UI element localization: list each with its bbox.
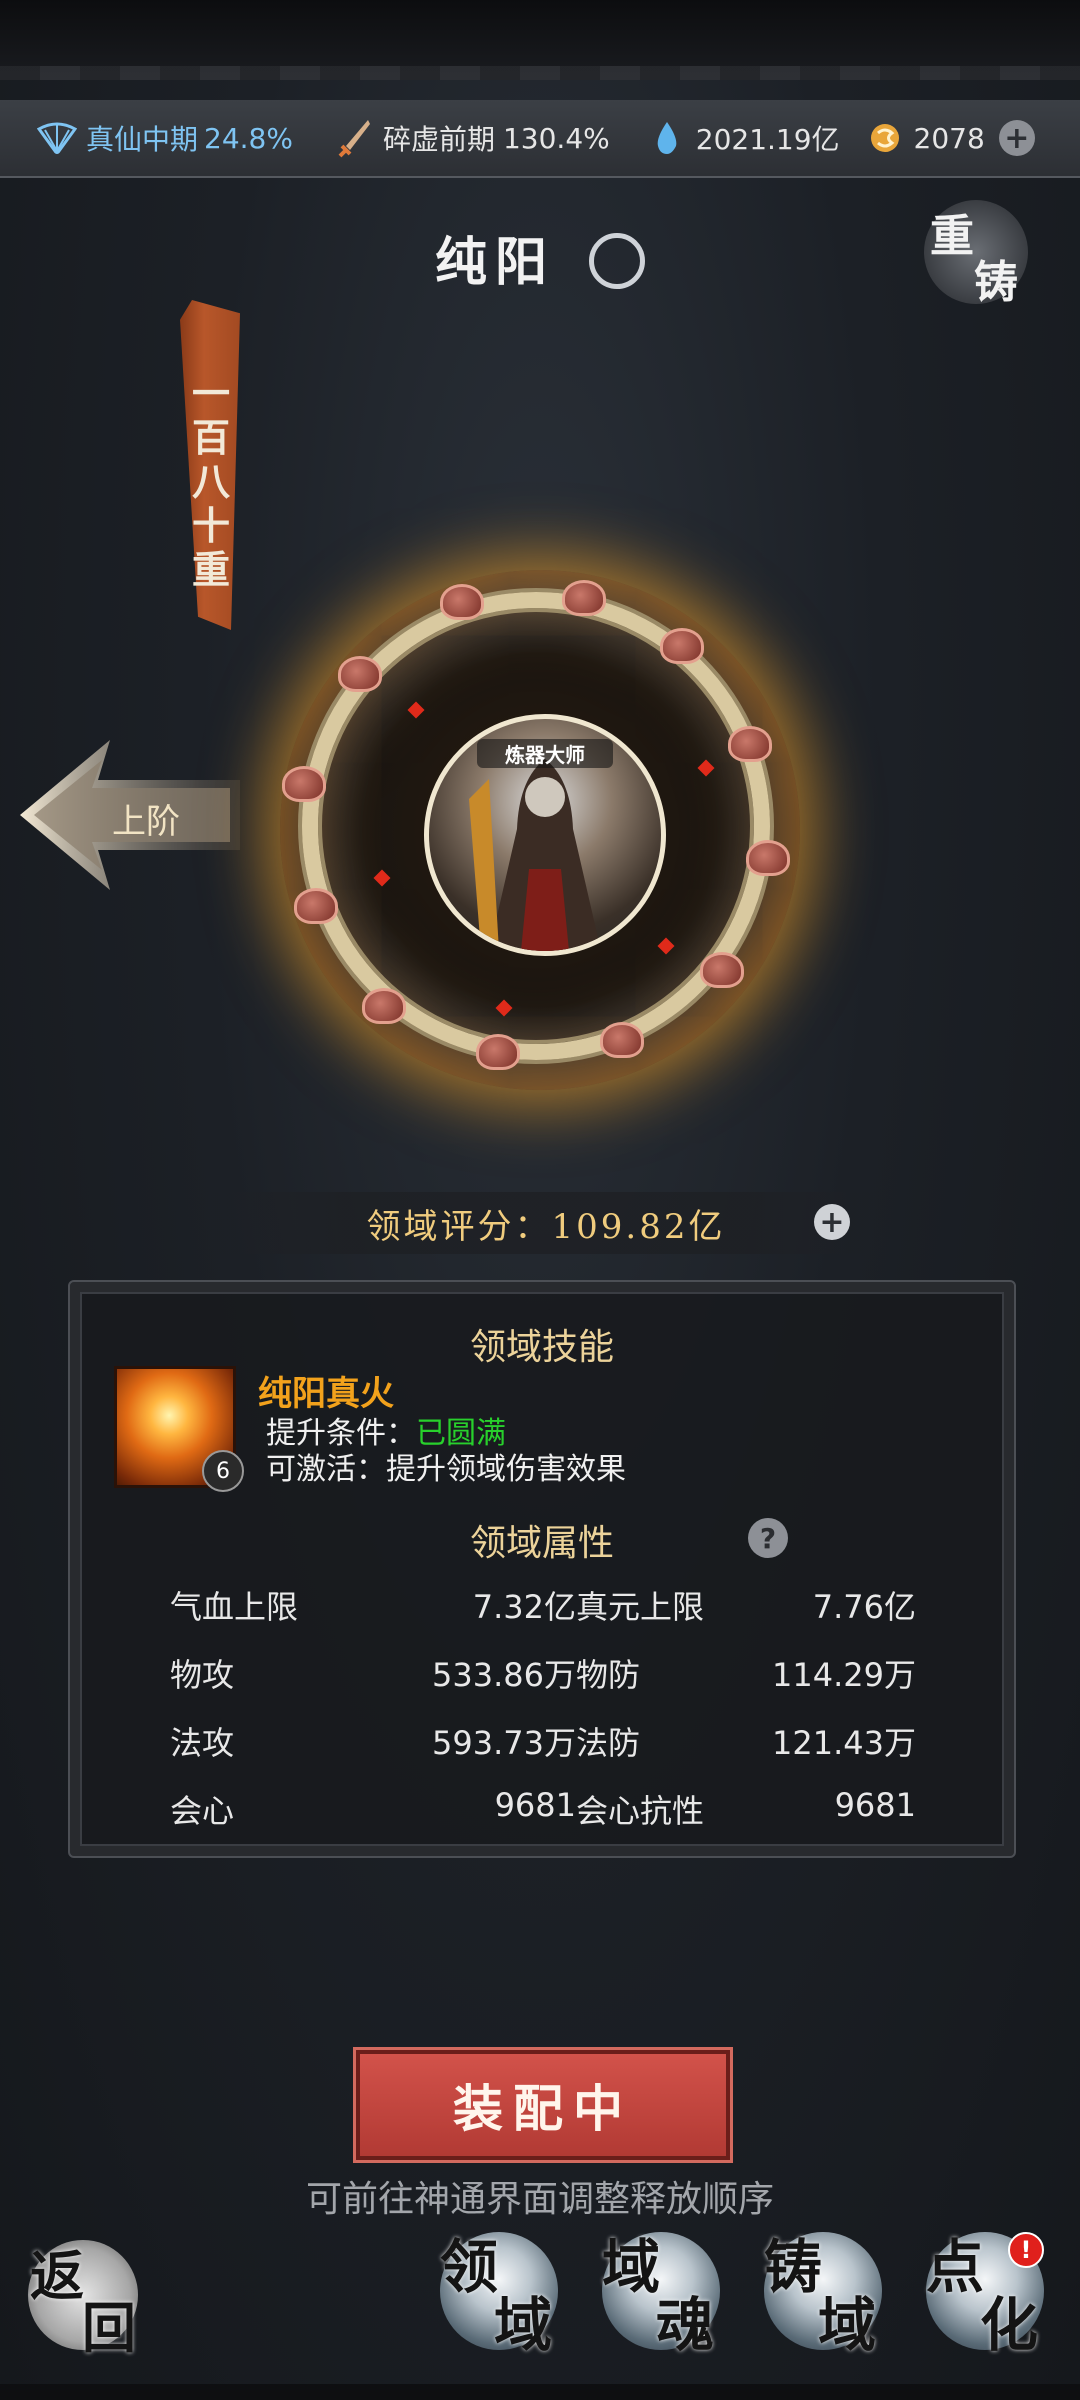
bottom-edge — [0, 2384, 1080, 2400]
body-percent: 130.4% — [502, 121, 610, 155]
attribute-label: 法攻 — [170, 1724, 235, 1762]
ember-ornament — [562, 580, 606, 616]
tier-char: 十 — [191, 503, 230, 548]
ember-ornament — [660, 628, 704, 664]
resources-bar: 真仙中期 24.8% 碎虚前期 130.4% 2021.19亿 2078 + — [0, 100, 1080, 178]
attribute-section-title: 领域属性 — [469, 1523, 614, 1564]
tier-char: 一 — [191, 371, 230, 416]
portrait-tag: 炼器大师 — [477, 739, 613, 768]
attribute-row: 气血上限 7.32亿 真元上限 7.76亿 — [70, 1582, 1014, 1632]
tier-char: 八 — [191, 459, 230, 504]
skill-section-title: 领域技能 — [469, 1327, 614, 1368]
recast-button[interactable]: 重 铸 — [924, 200, 1028, 308]
tier-char: 重 — [191, 547, 230, 592]
nav-char: 域 — [602, 2233, 661, 2301]
recast-char-1: 重 — [930, 211, 974, 262]
coin-resource[interactable]: 2078 + — [864, 117, 1035, 159]
spirit-stone-resource[interactable]: 2021.19亿 — [646, 117, 840, 159]
attribute-row: 法攻 593.73万 法防 121.43万 — [70, 1718, 1014, 1768]
attribute-value: 7.76亿 — [812, 1588, 916, 1626]
sword-icon — [333, 117, 375, 159]
coin-amount: 2078 — [913, 121, 985, 155]
realm-resource[interactable]: 真仙中期 24.8% — [36, 117, 293, 159]
master-portrait[interactable]: 炼器大师 — [424, 714, 666, 956]
notification-badge: ! — [1008, 2232, 1044, 2268]
domain-ring[interactable]: 炼器大师 — [280, 570, 800, 1090]
nav-char: 域 — [818, 2291, 877, 2359]
equip-button[interactable]: 装配中 — [356, 2050, 730, 2160]
attribute-value: 593.73万 — [432, 1724, 576, 1762]
attribute-label: 物防 — [576, 1656, 641, 1694]
back-button[interactable]: 返 回 — [28, 2240, 138, 2360]
nav-char: 域 — [494, 2291, 553, 2359]
realm-percent: 24.8% — [204, 121, 293, 155]
domain-score: 领域评分：109.82亿 — [366, 1206, 726, 1247]
nav-char: 铸 — [764, 2233, 823, 2301]
ember-ornament — [362, 988, 406, 1024]
ember-ornament — [700, 952, 744, 988]
ember-ornament — [476, 1034, 520, 1070]
help-button[interactable]: ? — [748, 1518, 788, 1558]
ember-ornament — [746, 840, 790, 876]
ember-ornament — [294, 888, 338, 924]
ember-ornament — [338, 656, 382, 692]
ember-ornament — [440, 584, 484, 620]
attribute-row: 物攻 533.86万 物防 114.29万 — [70, 1650, 1014, 1700]
attribute-value: 9681 — [834, 1786, 916, 1824]
attribute-row: 会心 9681 会心抗性 9681 — [70, 1786, 1014, 1836]
fan-icon — [36, 117, 78, 159]
realm-label: 真仙中期 — [86, 123, 199, 156]
domain-score-bar: 领域评分：109.82亿 — [206, 1192, 886, 1254]
attribute-label: 会心 — [170, 1792, 235, 1830]
attribute-label: 物攻 — [170, 1656, 235, 1694]
attribute-label: 会心抗性 — [576, 1792, 705, 1830]
body-label: 碎虚前期 — [382, 123, 495, 156]
skill-activate-text: 可激活：提升领域伤害效果 — [266, 1452, 626, 1487]
attribute-value: 121.43万 — [772, 1724, 916, 1762]
nav-domain-button[interactable]: 领 域 — [440, 2232, 558, 2359]
water-drop-icon — [646, 117, 688, 159]
domain-title-text: 纯阳 — [434, 232, 555, 293]
ember-ornament — [282, 766, 326, 802]
swap-icon[interactable] — [589, 232, 646, 289]
skill-level-badge: 6 — [202, 1450, 244, 1492]
add-coins-button[interactable]: + — [998, 120, 1035, 156]
domain-info-panel: 领域技能 6 纯阳真火 提升条件：已圆满 可激活：提升领域伤害效果 领域属性 ?… — [68, 1280, 1016, 1858]
nav-domain-soul-button[interactable]: 域 魂 — [602, 2232, 720, 2359]
attribute-label: 法防 — [576, 1724, 641, 1762]
score-add-button[interactable]: + — [814, 1204, 850, 1240]
upper-stage-label: 上阶 — [112, 802, 180, 842]
body-resource[interactable]: 碎虚前期 130.4% — [333, 117, 610, 159]
attribute-label: 真元上限 — [576, 1588, 705, 1626]
attribute-value: 7.32亿 — [472, 1588, 576, 1626]
attribute-value: 533.86万 — [432, 1656, 576, 1694]
ember-ornament — [600, 1022, 644, 1058]
back-char-1: 返 — [30, 2244, 84, 2308]
nav-char: 魂 — [656, 2291, 715, 2359]
attribute-value: 9681 — [494, 1786, 576, 1824]
back-char-2: 回 — [82, 2296, 136, 2360]
nav-char: 点 — [926, 2233, 985, 2301]
attribute-label: 气血上限 — [170, 1588, 299, 1626]
status-strip — [0, 0, 1080, 80]
tier-label: 一 百 八 十 重 — [186, 372, 236, 592]
attribute-value: 114.29万 — [772, 1656, 916, 1694]
equip-hint: 可前往神通界面调整释放顺序 — [305, 2179, 774, 2220]
nav-forge-domain-button[interactable]: 铸 域 — [764, 2232, 882, 2359]
coin-icon — [864, 117, 906, 159]
tier-char: 百 — [191, 415, 230, 460]
recast-char-2: 铸 — [974, 257, 1018, 308]
nav-char: 领 — [440, 2233, 499, 2301]
nav-char: 化 — [980, 2291, 1039, 2359]
equip-label: 装配中 — [453, 2079, 633, 2138]
domain-title: 纯阳 — [0, 220, 1080, 295]
ember-ornament — [728, 726, 772, 762]
spirit-stone-amount: 2021.19亿 — [695, 123, 840, 156]
